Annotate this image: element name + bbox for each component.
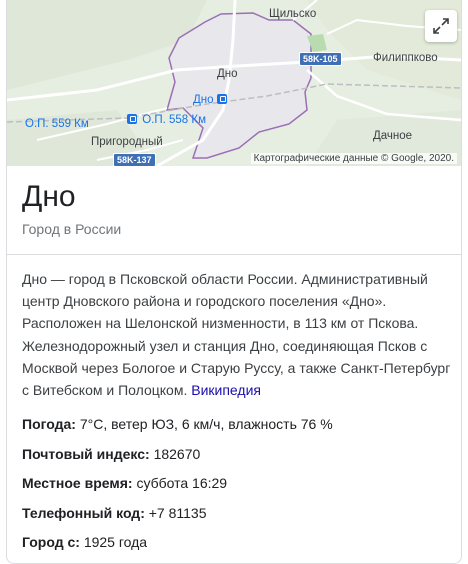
station-name: Дно <box>193 94 214 106</box>
expand-icon <box>433 18 449 34</box>
train-station-icon <box>127 114 137 124</box>
fact-label[interactable]: Город с: <box>22 534 80 550</box>
map-label-dno-city: Дно <box>217 68 238 80</box>
map-label-op558[interactable]: О.П. 558 Км <box>127 114 206 126</box>
fact-weather: Погода: 7°C, ветер ЮЗ, 6 км/ч, влажность… <box>22 416 452 446</box>
train-station-icon <box>216 94 227 104</box>
map-label-filippkovo: Филиппково <box>373 52 438 64</box>
fact-label: Местное время: <box>22 475 133 492</box>
road-shield: 58K-105 <box>299 52 342 66</box>
fact-phone-code: Телефонный код: +7 81135 <box>22 505 452 535</box>
map-label-shchilsko: Щильско <box>269 8 317 20</box>
map-credit: Картографические данные © Google, 2020. <box>250 153 457 164</box>
map-label-dno-station[interactable]: Дно <box>193 94 229 106</box>
description-text: Дно — город в Псковской области России. … <box>22 271 451 399</box>
entity-description: Дно — город в Псковской области России. … <box>22 268 452 401</box>
fact-postal-code: Почтовый индекс: 182670 <box>22 446 452 476</box>
fact-value: +7 81135 <box>148 504 207 521</box>
entity-subtitle: Город в России <box>22 221 122 237</box>
entity-title: Дно <box>22 180 76 213</box>
map-label-op559[interactable]: О.П. 559 Км <box>25 118 89 130</box>
road-shield: 58K-137 <box>113 153 156 166</box>
fact-founded: Город с: 1925 года <box>22 534 452 564</box>
wikipedia-link[interactable]: Википедия <box>191 382 261 398</box>
fact-value: суббота 16:29 <box>136 475 228 492</box>
fact-label[interactable]: Телефонный код: <box>22 505 145 521</box>
divider <box>7 254 461 255</box>
expand-map-button[interactable] <box>425 10 457 42</box>
fact-value[interactable]: 7°C, ветер ЮЗ, 6 км/ч, влажность 76 % <box>80 416 333 432</box>
knowledge-panel: Щильско Дно Филиппково 58K-105 Дно О.П. … <box>6 0 462 564</box>
fact-value: 182670 <box>153 445 201 462</box>
facts-list: Погода: 7°C, ветер ЮЗ, 6 км/ч, влажность… <box>22 416 452 564</box>
fact-label[interactable]: Погода: <box>22 416 76 432</box>
map-label-dachnoe: Дачное <box>373 130 413 142</box>
fact-label[interactable]: Почтовый индекс: <box>22 446 150 462</box>
map-label-prigorodny: Пригородный <box>91 136 163 148</box>
station-name: О.П. 558 Км <box>142 114 206 126</box>
fact-local-time: Местное время: суббота 16:29 <box>22 475 452 505</box>
map[interactable]: Щильско Дно Филиппково 58K-105 Дно О.П. … <box>7 0 461 166</box>
fact-value: 1925 года <box>83 534 148 551</box>
